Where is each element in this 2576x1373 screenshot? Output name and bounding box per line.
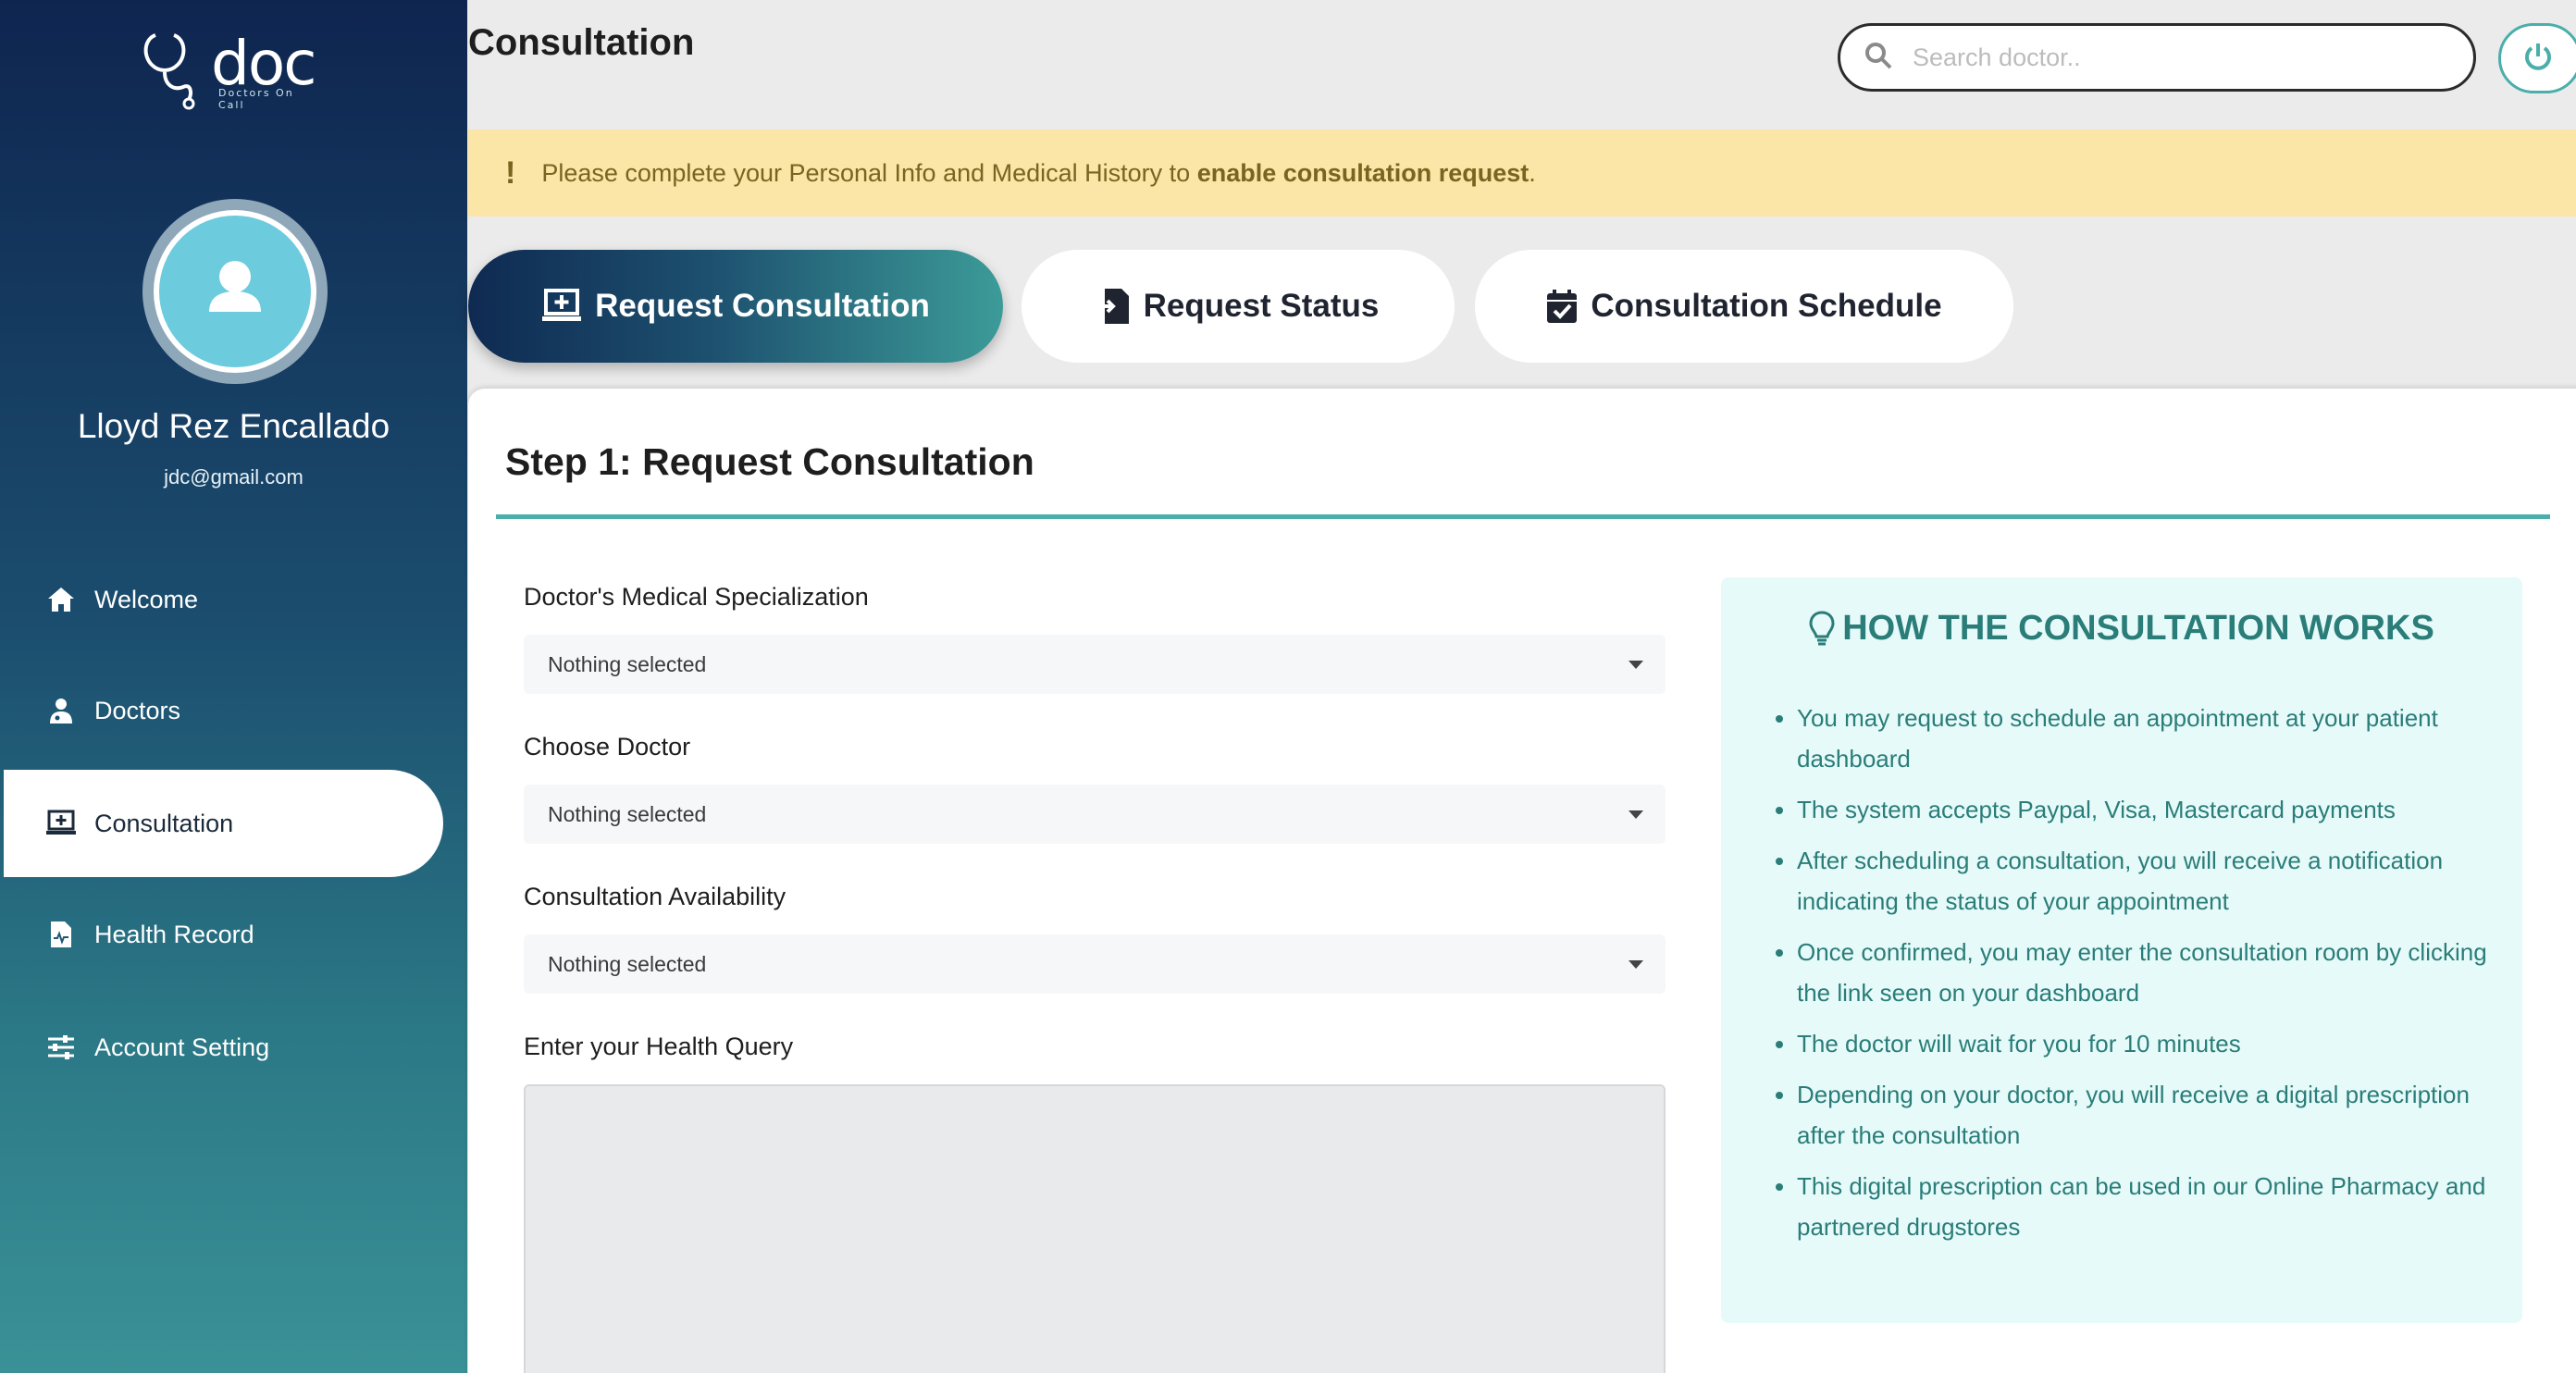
tab-request-status[interactable]: Request Status — [1022, 250, 1455, 363]
doctor-icon — [44, 694, 78, 727]
doctor-label: Choose Doctor — [524, 733, 691, 761]
sidebar-item-doctors[interactable]: Doctors — [4, 657, 443, 764]
how-it-works-panel: HOW THE CONSULTATION WORKS You may reque… — [1721, 577, 2522, 1323]
calendar-check-icon — [1546, 289, 1578, 324]
search-input[interactable] — [1913, 43, 2431, 72]
avatar-circle — [154, 210, 316, 373]
sliders-icon — [44, 1031, 78, 1064]
specialization-label: Doctor's Medical Specialization — [524, 583, 869, 611]
sidebar-item-consultation[interactable]: Consultation — [4, 770, 443, 877]
sidebar-item-health-record[interactable]: Health Record — [4, 881, 443, 988]
alert-text-end: . — [1529, 158, 1536, 187]
alert-text-main: Please complete your Personal Info and M… — [541, 158, 1197, 187]
tab-label: Request Status — [1143, 288, 1380, 324]
sidebar-item-label: Account Setting — [94, 1033, 270, 1061]
list-item: This digital prescription can be used in… — [1797, 1166, 2500, 1247]
stethoscope-logo-icon — [143, 33, 195, 110]
health-query-label: Enter your Health Query — [524, 1033, 794, 1060]
exclamation-icon: ! — [505, 155, 516, 191]
laptop-medical-icon — [44, 807, 78, 840]
page-title: Consultation — [468, 22, 695, 63]
file-medical-icon — [44, 918, 78, 951]
alert-text: Please complete your Personal Info and M… — [541, 159, 1535, 188]
sidebar-item-label: Doctors — [94, 696, 181, 724]
caret-down-icon — [1629, 810, 1643, 819]
doctor-select[interactable]: Nothing selected — [524, 785, 1666, 844]
caret-down-icon — [1629, 960, 1643, 969]
alert-banner: ! Please complete your Personal Info and… — [468, 130, 2576, 216]
sidebar-item-label: Welcome — [94, 585, 199, 613]
list-item: After scheduling a consultation, you wil… — [1797, 840, 2500, 922]
tab-request-consultation[interactable]: Request Consultation — [468, 250, 1003, 363]
search-icon — [1864, 42, 1892, 73]
availability-label: Consultation Availability — [524, 883, 786, 910]
caret-down-icon — [1629, 661, 1643, 669]
laptop-medical-icon — [541, 289, 582, 324]
tab-consultation-schedule[interactable]: Consultation Schedule — [1475, 250, 2013, 363]
select-value: Nothing selected — [548, 951, 707, 976]
list-item: You may request to schedule an appointme… — [1797, 698, 2500, 779]
list-item: The system accepts Paypal, Visa, Masterc… — [1797, 789, 2500, 830]
sidebar: doc Doctors On Call Lloyd Rez Encallado … — [0, 0, 467, 1373]
sidebar-item-welcome[interactable]: Welcome — [4, 546, 443, 653]
logo-subtext: Doctors On Call — [218, 87, 294, 111]
select-value: Nothing selected — [548, 801, 707, 826]
tab-label: Consultation Schedule — [1591, 288, 1942, 324]
user-icon — [209, 261, 261, 312]
specialization-select[interactable]: Nothing selected — [524, 635, 1666, 694]
avatar[interactable] — [142, 199, 328, 384]
how-it-works-title: HOW THE CONSULTATION WORKS — [1721, 609, 2522, 649]
how-it-works-list: You may request to schedule an appointme… — [1797, 698, 2500, 1257]
step-title: Step 1: Request Consultation — [505, 440, 1034, 483]
power-icon — [2521, 40, 2555, 77]
user-email: jdc@gmail.com — [164, 465, 303, 489]
sidebar-item-account-setting[interactable]: Account Setting — [4, 994, 443, 1101]
consultation-form-card: Step 1: Request Consultation Doctor's Me… — [468, 389, 2576, 1373]
file-history-icon — [1097, 288, 1131, 325]
home-icon — [44, 583, 78, 616]
how-it-works-heading: HOW THE CONSULTATION WORKS — [1842, 609, 2434, 648]
availability-select[interactable]: Nothing selected — [524, 934, 1666, 994]
logout-button[interactable] — [2498, 23, 2576, 93]
alert-text-emphasis: enable consultation request — [1196, 158, 1530, 187]
select-value: Nothing selected — [548, 651, 707, 676]
brand-logo[interactable]: doc Doctors On Call — [139, 26, 324, 111]
list-item: Depending on your doctor, you will recei… — [1797, 1074, 2500, 1156]
tab-label: Request Consultation — [595, 288, 930, 324]
list-item: The doctor will wait for you for 10 minu… — [1797, 1023, 2500, 1064]
search-box[interactable] — [1838, 23, 2476, 92]
health-query-textarea[interactable] — [524, 1084, 1666, 1373]
sidebar-item-label: Health Record — [94, 920, 254, 948]
user-name: Lloyd Rez Encallado — [77, 407, 390, 445]
sidebar-item-label: Consultation — [94, 809, 234, 837]
list-item: Once confirmed, you may enter the consul… — [1797, 932, 2500, 1013]
step-divider — [496, 514, 2550, 519]
lightbulb-icon — [1809, 610, 1835, 648]
